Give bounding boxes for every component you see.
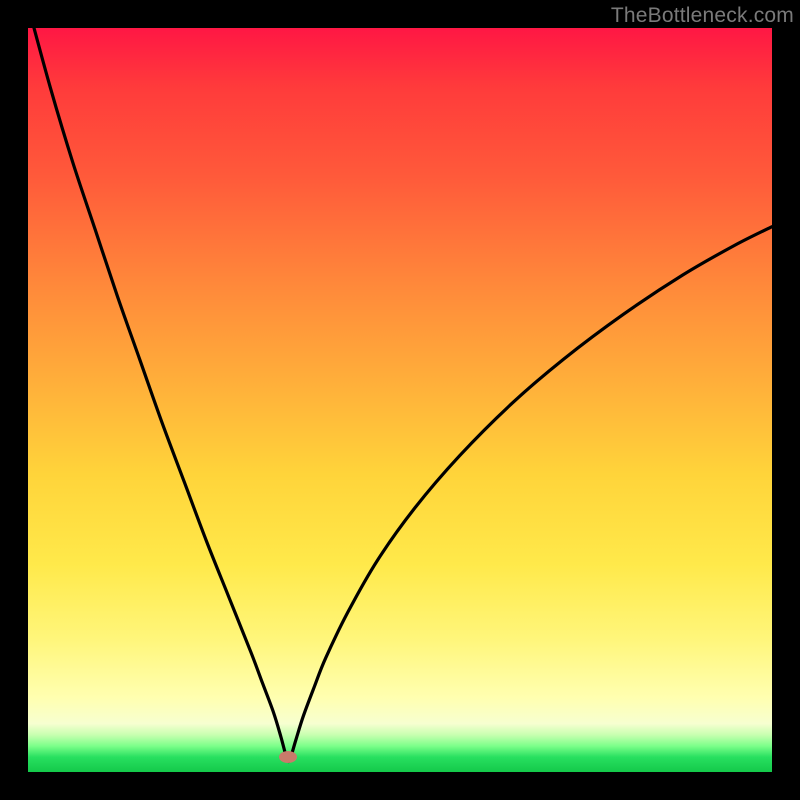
watermark-text: TheBottleneck.com xyxy=(611,4,794,28)
bottleneck-curve xyxy=(28,28,772,772)
min-point-marker xyxy=(279,751,297,763)
plot-area xyxy=(28,28,772,772)
chart-frame: TheBottleneck.com xyxy=(0,0,800,800)
